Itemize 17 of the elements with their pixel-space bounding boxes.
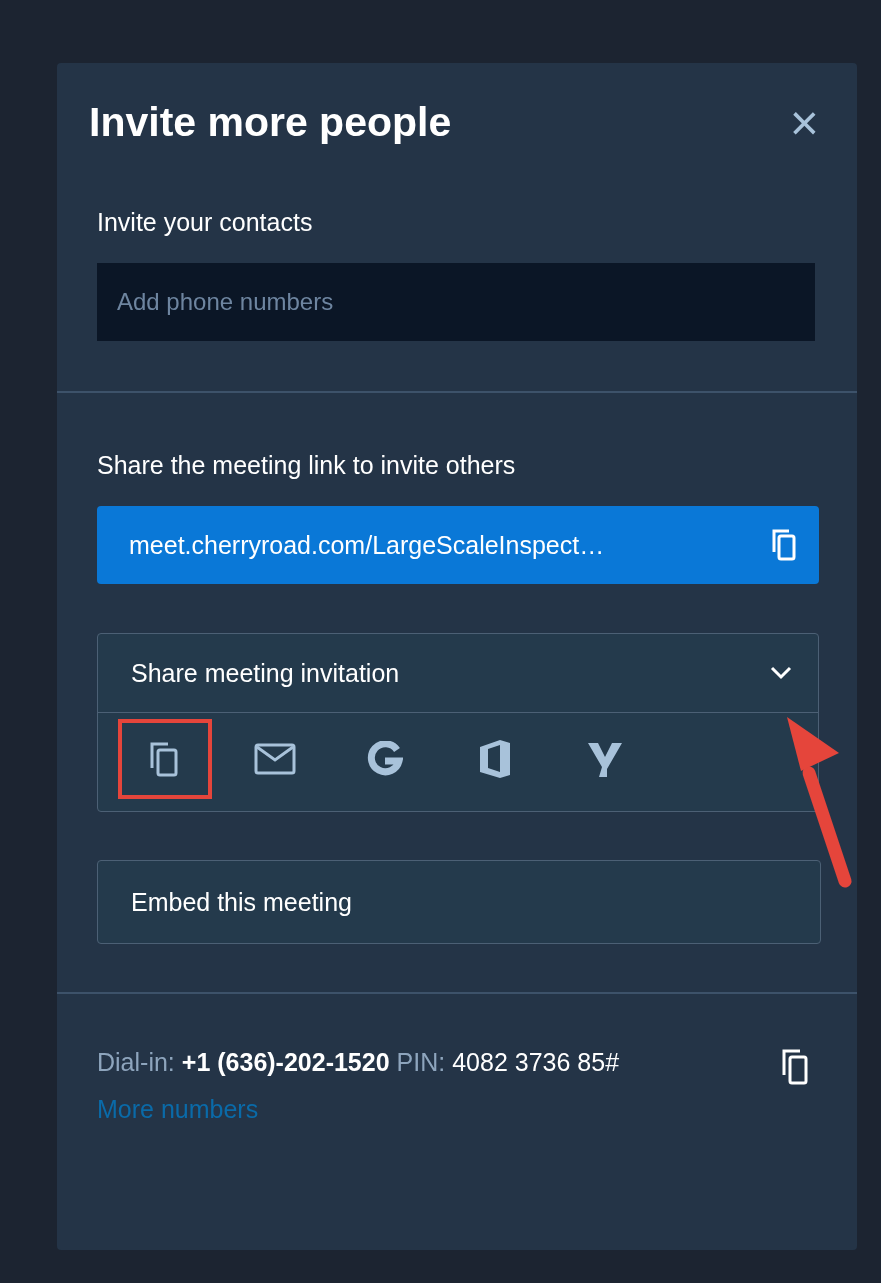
close-button[interactable]: × [789,102,819,143]
copy-option-button[interactable] [118,719,212,799]
section-label: Share the meeting link to invite others [97,451,517,480]
phone-input-field[interactable]: Add phone numbers [97,263,815,341]
pin-label: PIN: [396,1048,446,1077]
dial-in-label: Dial-in: [97,1048,175,1077]
section-label: Invite your contacts [97,208,314,237]
dialog-title: Invite more people [89,99,452,146]
copy-icon[interactable] [781,1048,809,1086]
envelope-icon [254,743,296,775]
office-icon [478,739,512,779]
google-g-icon [367,741,403,777]
pin-number: 4082 3736 85# [452,1048,620,1077]
embed-meeting-button[interactable]: Embed this meeting [97,860,821,944]
meeting-link-button[interactable]: meet.cherryroad.com/LargeScaleInspect… [97,506,819,584]
chevron-down-icon [770,666,792,680]
phone-number: +1 (636)-202-1520 [181,1048,390,1077]
